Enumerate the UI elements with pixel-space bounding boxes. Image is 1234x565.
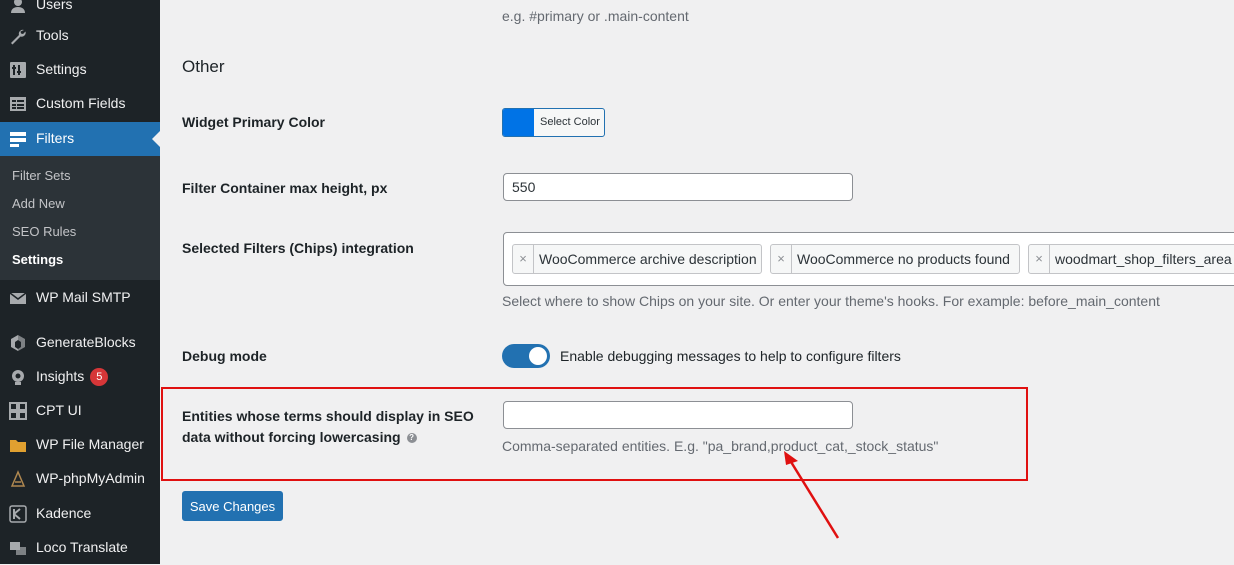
phpmyadmin-icon <box>9 470 27 488</box>
chips-label: Selected Filters (Chips) integration <box>182 240 414 256</box>
entities-hint: Comma-separated entities. E.g. "pa_brand… <box>502 438 939 454</box>
toggle-knob <box>529 347 547 365</box>
menu-wp-file-manager[interactable]: WP File Manager <box>0 428 160 462</box>
file-manager-icon <box>9 436 27 454</box>
menu-custom-fields[interactable]: Custom Fields <box>0 87 160 121</box>
submenu-settings[interactable]: Settings <box>12 252 63 267</box>
chip-woocommerce-archive-description: × WooCommerce archive description <box>512 244 762 274</box>
custom-fields-icon <box>9 95 27 113</box>
select-color-button[interactable]: Select Color <box>502 108 605 137</box>
menu-filters[interactable]: Filters <box>0 122 160 156</box>
filters-submenu: Filter Sets Add New SEO Rules Settings <box>0 156 160 280</box>
entities-label: Entities whose terms should display in S… <box>182 406 474 448</box>
generateblocks-icon <box>9 334 27 352</box>
remove-chip-icon[interactable]: × <box>771 245 792 273</box>
remove-chip-icon[interactable]: × <box>513 245 534 273</box>
users-icon <box>9 0 27 14</box>
entities-label-line2: data without forcing lowercasing <box>182 429 401 445</box>
chip-woodmart-shop-filters-area: × woodmart_shop_filters_area <box>1028 244 1234 274</box>
admin-sidebar: Users Tools Settings Custom Fields Filte… <box>0 0 160 564</box>
debug-toggle[interactable] <box>502 344 550 368</box>
insights-icon <box>9 368 27 386</box>
settings-icon <box>9 61 27 79</box>
submenu-filter-sets[interactable]: Filter Sets <box>12 168 71 183</box>
chips-select[interactable]: × WooCommerce archive description × WooC… <box>503 232 1234 286</box>
debug-mode-label: Debug mode <box>182 348 267 364</box>
menu-insights[interactable]: Insights 5 <box>0 360 160 394</box>
save-changes-button[interactable]: Save Changes <box>182 491 283 521</box>
submenu-seo-rules[interactable]: SEO Rules <box>12 224 76 239</box>
max-height-label: Filter Container max height, px <box>182 180 388 196</box>
menu-insights-label: Insights <box>36 368 85 384</box>
filter-icon <box>9 130 27 148</box>
menu-wp-phpmyadmin[interactable]: WP-phpMyAdmin <box>0 462 160 496</box>
menu-kadence[interactable]: Kadence <box>0 497 160 531</box>
menu-loco-translate[interactable]: Loco Translate <box>0 531 160 565</box>
menu-tools[interactable]: Tools <box>0 19 160 53</box>
menu-cpt-ui[interactable]: CPT UI <box>0 394 160 428</box>
widget-color-label: Widget Primary Color <box>182 114 326 130</box>
wrench-icon <box>9 27 27 45</box>
color-swatch <box>503 109 534 136</box>
selector-hint: e.g. #primary or .main-content <box>502 8 689 24</box>
red-arrow-annotation <box>784 451 840 539</box>
debug-description: Enable debugging messages to help to con… <box>560 348 901 364</box>
translate-icon <box>9 539 27 557</box>
chip-woocommerce-no-products-found: × WooCommerce no products found <box>770 244 1020 274</box>
menu-settings[interactable]: Settings <box>0 53 160 87</box>
chips-hint: Select where to show Chips on your site.… <box>502 293 1160 309</box>
entities-input[interactable] <box>503 401 853 429</box>
mail-icon <box>9 289 27 307</box>
section-title: Other <box>182 57 225 76</box>
cpt-ui-icon <box>9 402 27 420</box>
entities-label-line1: Entities whose terms should display in S… <box>182 408 474 424</box>
kadence-icon <box>9 505 27 523</box>
remove-chip-icon[interactable]: × <box>1029 245 1050 273</box>
menu-wp-mail-smtp[interactable]: WP Mail SMTP <box>0 281 160 315</box>
insights-count-badge: 5 <box>90 368 109 386</box>
menu-generateblocks[interactable]: GenerateBlocks <box>0 326 160 360</box>
help-icon[interactable]: ? <box>406 433 417 443</box>
max-height-input[interactable] <box>503 173 853 201</box>
submenu-add-new[interactable]: Add New <box>12 196 65 211</box>
